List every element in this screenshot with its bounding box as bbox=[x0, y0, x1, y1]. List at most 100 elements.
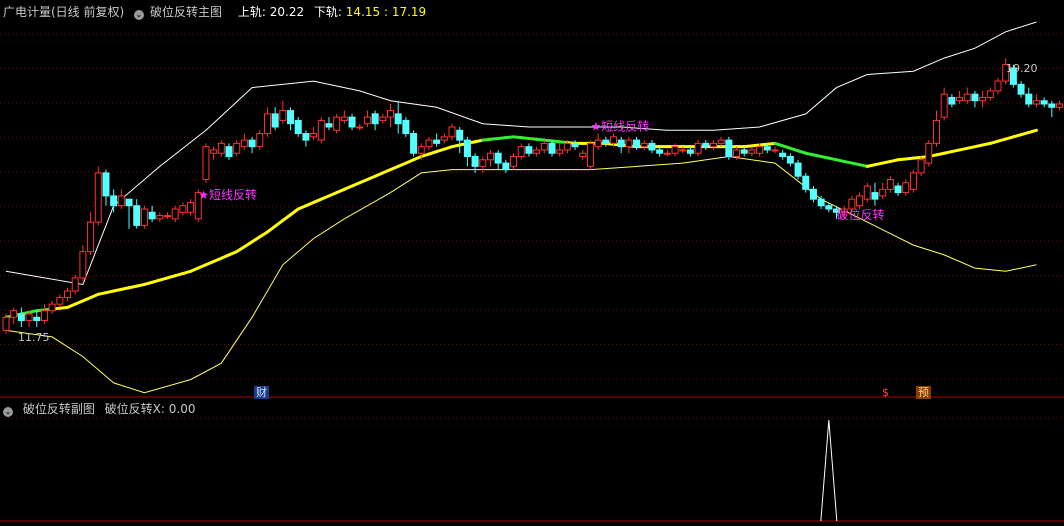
candle-body bbox=[763, 146, 771, 151]
candle-body bbox=[333, 116, 341, 131]
candle bbox=[886, 176, 894, 193]
candle-body bbox=[202, 146, 210, 180]
candle bbox=[1032, 94, 1040, 108]
candle bbox=[502, 159, 510, 173]
candle-body bbox=[579, 152, 587, 158]
finance-badge[interactable]: 财 bbox=[254, 386, 269, 399]
candle bbox=[648, 140, 656, 154]
candle-body bbox=[402, 119, 410, 135]
candle bbox=[694, 140, 702, 157]
candle-body bbox=[648, 142, 656, 151]
candle bbox=[40, 304, 48, 324]
candle bbox=[1040, 97, 1048, 108]
candle-body bbox=[294, 119, 302, 135]
candle bbox=[448, 123, 456, 141]
candle bbox=[725, 136, 733, 160]
candle-body bbox=[87, 221, 95, 253]
candle-body bbox=[287, 110, 295, 125]
candle-body bbox=[1025, 93, 1033, 105]
candle bbox=[17, 307, 25, 328]
candle bbox=[956, 90, 964, 105]
lower-band-readout: 下轨: 14.15 : 17.19 bbox=[313, 5, 427, 19]
candle-body bbox=[479, 159, 487, 167]
candle bbox=[917, 156, 925, 177]
candle-body bbox=[317, 119, 325, 141]
collapse-icon[interactable]: ⌄ bbox=[3, 407, 13, 417]
candle-body bbox=[625, 139, 633, 148]
min-price-label: 11.75 bbox=[18, 331, 50, 344]
candle bbox=[1048, 100, 1056, 118]
candle bbox=[586, 140, 594, 170]
grid-lines bbox=[0, 33, 1064, 380]
candle-body bbox=[571, 142, 579, 148]
candle-body bbox=[64, 290, 72, 299]
candle-body bbox=[433, 139, 441, 144]
candle bbox=[702, 140, 710, 150]
candle bbox=[387, 104, 394, 127]
signal-annotation: ★短线反转 bbox=[590, 118, 649, 133]
candle bbox=[640, 140, 648, 150]
candle bbox=[794, 159, 802, 180]
candle-body bbox=[940, 93, 948, 118]
candle-body bbox=[348, 116, 356, 128]
sub-header: ⌄ 破位反转副图 破位反转X: 0.00 bbox=[3, 401, 201, 417]
candle bbox=[486, 149, 494, 167]
candle-body bbox=[794, 162, 802, 177]
candle bbox=[748, 146, 756, 157]
candle bbox=[579, 149, 587, 160]
stock-title: 广电计量(日线 前复权) bbox=[3, 5, 125, 19]
candle-body bbox=[279, 110, 287, 121]
candle bbox=[348, 113, 356, 131]
candle-body bbox=[633, 139, 641, 148]
candle bbox=[333, 113, 341, 134]
candle-body bbox=[909, 172, 917, 190]
candle bbox=[402, 117, 410, 137]
candle-body bbox=[756, 146, 764, 154]
candle-body bbox=[617, 139, 625, 148]
candle-body bbox=[548, 142, 556, 154]
candle-body bbox=[971, 93, 979, 102]
candle-body bbox=[1032, 100, 1040, 105]
candle bbox=[217, 140, 225, 157]
candle bbox=[1056, 100, 1064, 111]
candle-body bbox=[709, 142, 717, 148]
candle-body bbox=[40, 310, 48, 322]
candle-body bbox=[2, 316, 10, 331]
forecast-badge[interactable]: 预 bbox=[916, 386, 931, 399]
candle bbox=[871, 182, 879, 206]
candle bbox=[33, 310, 41, 328]
candle bbox=[525, 143, 533, 157]
candle bbox=[986, 87, 994, 101]
candle-body bbox=[17, 313, 25, 322]
candle bbox=[125, 198, 133, 229]
max-price-label: 19.20 bbox=[1006, 62, 1038, 75]
candle-body bbox=[471, 156, 479, 167]
candle bbox=[786, 153, 794, 167]
candle bbox=[709, 140, 717, 150]
candle bbox=[10, 307, 18, 324]
candle bbox=[456, 126, 464, 154]
candle-body bbox=[56, 297, 64, 305]
candle-body bbox=[563, 142, 571, 151]
candle-body bbox=[525, 146, 533, 154]
candle-body bbox=[340, 116, 348, 121]
candle bbox=[202, 143, 210, 183]
candle-body bbox=[956, 96, 964, 102]
candle bbox=[102, 169, 110, 206]
candle bbox=[971, 90, 979, 108]
upper-band-readout: 上轨: 20.22 bbox=[237, 5, 305, 19]
candle bbox=[210, 146, 218, 160]
candle-body bbox=[679, 149, 687, 152]
candle-body bbox=[586, 142, 594, 167]
dollar-badge[interactable]: $ bbox=[880, 386, 891, 399]
candle bbox=[940, 87, 948, 121]
candle bbox=[117, 189, 125, 209]
candle bbox=[932, 110, 940, 147]
collapse-icon[interactable]: ⌄ bbox=[134, 10, 145, 20]
candle bbox=[963, 87, 971, 105]
candle bbox=[110, 189, 118, 213]
sub-indicator-value: 破位反转X: 0.00 bbox=[104, 402, 196, 416]
candle-body bbox=[233, 142, 241, 154]
signal-annotation: ★短线反转 bbox=[198, 187, 257, 202]
candle bbox=[948, 94, 956, 108]
